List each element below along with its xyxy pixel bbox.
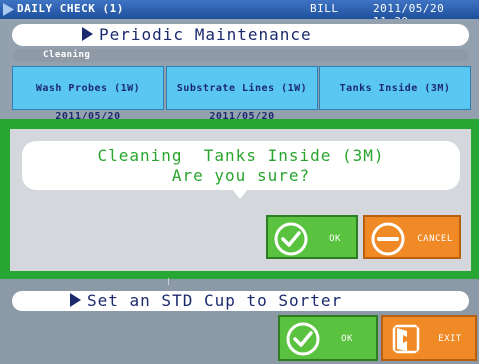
periodic-maintenance-header: Periodic Maintenance: [12, 24, 469, 46]
heading-text: Periodic Maintenance: [99, 25, 312, 44]
divider-tick: [168, 278, 169, 285]
message-line-1: Cleaning Tanks Inside (3M): [97, 146, 385, 165]
ok-button[interactable]: OK: [278, 315, 378, 361]
dialog-body: Cleaning Tanks Inside (3M) Are you sure?…: [10, 129, 471, 271]
confirm-message: Cleaning Tanks Inside (3M) Are you sure?: [22, 141, 460, 199]
instruction-text: Set an STD Cup to Sorter: [87, 291, 343, 310]
minus-circle-icon: [371, 222, 405, 256]
message-line-2: Are you sure?: [171, 166, 311, 185]
confirm-dialog: Cleaning Tanks Inside (3M) Are you sure?…: [0, 119, 479, 279]
title-bar: DAILY CHECK (1) BILL 2011/05/20 11:39: [0, 0, 479, 28]
window-title: DAILY CHECK (1): [17, 2, 124, 15]
section-label-cleaning: Cleaning: [13, 49, 469, 62]
dialog-ok-button[interactable]: OK: [266, 215, 358, 259]
ok-label: OK: [329, 234, 341, 244]
substrate-lines-button[interactable]: Substrate Lines (1W): [166, 66, 318, 110]
play-arrow-icon: [82, 26, 93, 41]
ok-label: OK: [341, 334, 353, 344]
instruction-banner: Set an STD Cup to Sorter: [12, 291, 469, 311]
cancel-label: CANCEL: [417, 234, 453, 244]
check-icon: [274, 222, 308, 256]
window-icon: [3, 3, 14, 16]
dialog-cancel-button[interactable]: CANCEL: [363, 215, 461, 259]
check-icon: [286, 322, 320, 356]
exit-door-icon: [392, 324, 420, 354]
user-name: BILL: [310, 2, 339, 15]
bubble-tail: [232, 189, 248, 199]
wash-probes-button[interactable]: Wash Probes (1W): [12, 66, 164, 110]
play-arrow-icon: [70, 292, 81, 307]
exit-button[interactable]: EXIT: [381, 315, 477, 361]
tanks-inside-button[interactable]: Tanks Inside (3M): [319, 66, 471, 110]
exit-label: EXIT: [438, 334, 462, 344]
